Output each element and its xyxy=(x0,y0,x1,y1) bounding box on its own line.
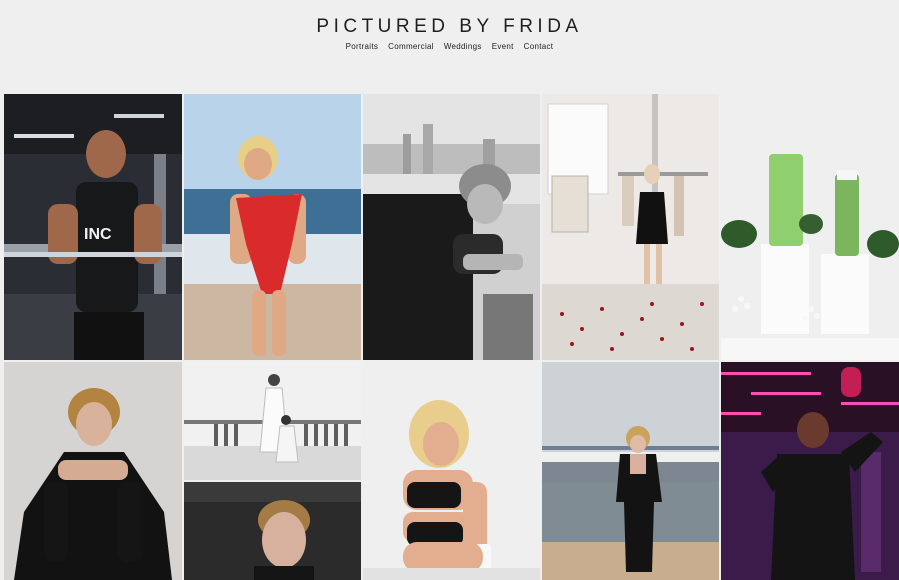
photo-studio-roses-black-dress[interactable] xyxy=(542,94,719,360)
photo-beach-black-suit[interactable] xyxy=(542,362,719,580)
nav-event[interactable]: Event xyxy=(492,42,514,51)
nav-contact[interactable]: Contact xyxy=(524,42,554,51)
photo-beach-red-swimsuit[interactable] xyxy=(184,94,361,360)
photo-bw-wedding-child[interactable] xyxy=(184,362,361,480)
site-header: PICTURED BY FRIDA Portraits Commercial W… xyxy=(0,0,899,92)
photo-neon-gym-portrait[interactable] xyxy=(721,362,899,580)
nav-weddings[interactable]: Weddings xyxy=(444,42,482,51)
photo-gym-athlete[interactable]: INC xyxy=(4,94,182,360)
photo-gallery: INC xyxy=(0,92,899,580)
photo-moody-close-portrait[interactable] xyxy=(184,482,361,580)
photo-product-green-tubes[interactable] xyxy=(721,94,899,360)
site-title[interactable]: PICTURED BY FRIDA xyxy=(0,16,899,38)
photo-blonde-sportswear[interactable] xyxy=(363,362,540,580)
photo-bw-city-portrait[interactable] xyxy=(363,94,540,360)
nav-portraits[interactable]: Portraits xyxy=(346,42,379,51)
nav-commercial[interactable]: Commercial xyxy=(388,42,434,51)
main-nav: Portraits Commercial Weddings Event Cont… xyxy=(0,42,899,51)
photo-black-suit-seated[interactable] xyxy=(4,362,182,580)
shirt-text: INC xyxy=(84,226,112,243)
